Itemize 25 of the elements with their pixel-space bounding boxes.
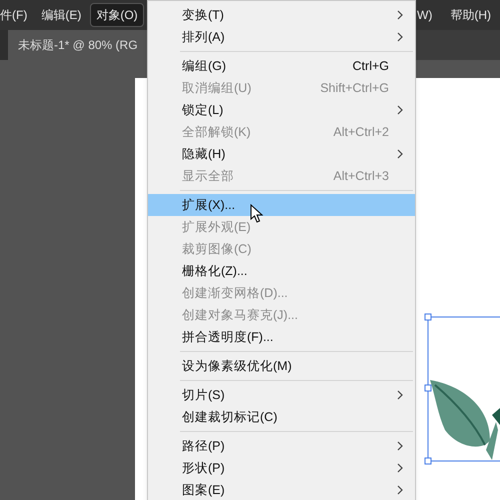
chevron-right-icon [397, 10, 403, 20]
menu-bar-item[interactable]: 对象(O) [90, 3, 144, 27]
menu-item[interactable]: 创建裁切标记(C) [148, 406, 415, 428]
cursor-icon [250, 204, 264, 224]
menu-item[interactable]: 锁定(L) [148, 99, 415, 121]
chevron-right-icon [397, 32, 403, 42]
menu-item[interactable]: 栅格化(Z)... [148, 260, 415, 282]
chevron-right-icon [397, 105, 403, 115]
chevron-right-icon [397, 441, 403, 451]
menu-item[interactable]: 拼合透明度(F)... [148, 326, 415, 348]
menu-item[interactable]: 变换(T) [148, 4, 415, 26]
chevron-right-icon [397, 485, 403, 495]
menu-bar-item[interactable]: 件(F) [0, 3, 32, 27]
menu-item[interactable]: 图案(E) [148, 479, 415, 500]
menu-item[interactable]: 路径(P) [148, 435, 415, 457]
menu-item[interactable]: 切片(S) [148, 384, 415, 406]
chevron-right-icon [397, 149, 403, 159]
menu-bar-item[interactable]: 帮助(H) [445, 3, 496, 27]
chevron-right-icon [397, 463, 403, 473]
menu-bar-item[interactable]: W) [412, 3, 438, 27]
menu-item[interactable]: 隐藏(H) [148, 143, 415, 165]
menu-item[interactable]: 形状(P) [148, 457, 415, 479]
menu-bar-item[interactable]: 编辑(E) [36, 3, 86, 27]
menu-item[interactable]: 设为像素级优化(M) [148, 355, 415, 377]
chevron-right-icon [397, 390, 403, 400]
